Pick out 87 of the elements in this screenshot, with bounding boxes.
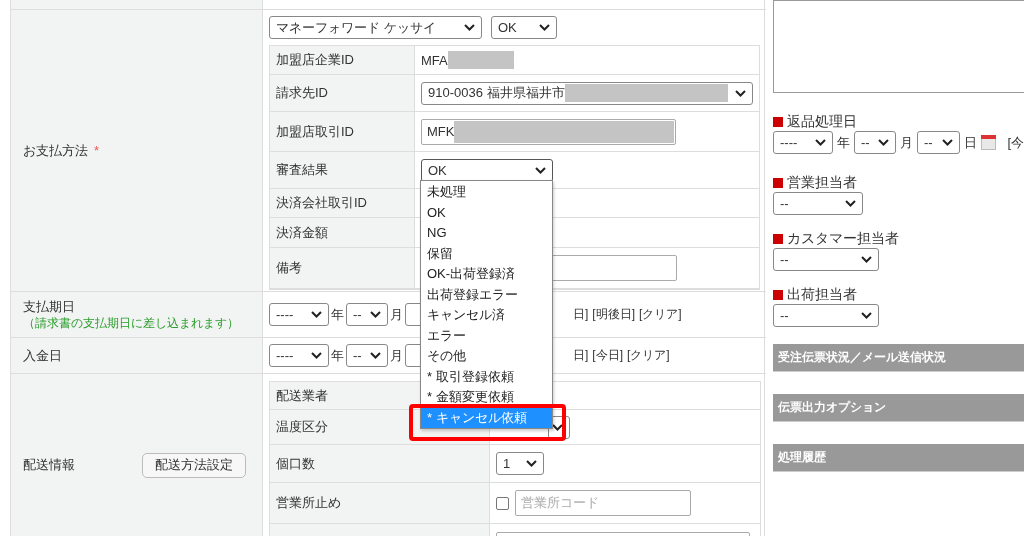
text-area[interactable] <box>773 0 1024 93</box>
dropdown-option[interactable]: NG <box>421 223 552 244</box>
day-label: 日 <box>964 133 977 152</box>
dropdown[interactable]: -- <box>854 131 896 154</box>
dropdown[interactable]: -- <box>917 131 960 154</box>
dropdown[interactable]: ---- <box>269 303 329 326</box>
year-label: 年 <box>331 305 344 324</box>
field-label: カスタマー担当者 <box>787 230 899 248</box>
dropdown[interactable]: ---- <box>269 344 329 367</box>
checkbox[interactable] <box>496 496 509 510</box>
dropdown[interactable]: -- <box>773 304 879 327</box>
date-link[interactable]: [今 <box>1007 133 1024 152</box>
dropdown-option[interactable]: その他 <box>421 346 552 367</box>
dropdown-option[interactable]: キャンセル済 <box>421 305 552 326</box>
chevron-icon <box>311 352 322 359</box>
field-label: お支払方法 <box>23 141 88 160</box>
shipping-method-button[interactable]: 配送方法設定 <box>142 452 246 478</box>
field-label: 加盟店企業ID <box>270 46 415 75</box>
field-label: 入金日 <box>23 346 62 365</box>
date-link[interactable]: 日] <box>573 347 589 364</box>
dropdown[interactable]: ---- <box>773 131 833 154</box>
field-label: 決済金額 <box>270 218 415 248</box>
chevron-icon <box>815 139 826 146</box>
square-icon <box>773 178 783 188</box>
field-label: 営業担当者 <box>787 174 857 192</box>
merchant-id: MFA <box>421 52 448 68</box>
chevron-icon <box>735 89 746 97</box>
month-label: 月 <box>900 133 913 152</box>
chevron-icon <box>845 200 856 207</box>
month-label: 月 <box>390 305 403 324</box>
field-label: 備考 <box>270 248 415 289</box>
note-text: （請求書の支払期日に差し込まれます） <box>23 316 239 331</box>
field-label: 支払期日 <box>23 298 75 316</box>
field-label: 配送情報 <box>23 456 75 474</box>
dropdown-option[interactable]: * 金額変更依頼 <box>421 387 552 408</box>
date-link[interactable]: [明後日] <box>592 306 635 323</box>
field-label: 加盟店取引ID <box>270 112 415 152</box>
dropdown[interactable]: -- <box>773 192 863 215</box>
dropdown-option[interactable]: エラー <box>421 325 552 346</box>
chevron-icon <box>942 139 953 146</box>
field-label: 温度区分 <box>276 418 328 436</box>
year-label: 年 <box>837 133 850 152</box>
date-link[interactable]: [クリア] <box>639 306 682 323</box>
dropdown-option[interactable]: * 取引登録依頼 <box>421 366 552 387</box>
chevron-icon <box>370 311 381 318</box>
chevron-icon <box>552 423 563 431</box>
field-label: 営業所止め <box>276 494 341 512</box>
dropdown[interactable]: -- <box>346 344 388 367</box>
field-label: 配送業者 <box>276 386 328 405</box>
dropdown[interactable]: -- <box>346 303 388 326</box>
dropdown[interactable]: 1 <box>496 452 544 475</box>
dropdown-option[interactable]: 保留 <box>421 243 552 264</box>
square-icon <box>773 117 783 127</box>
chevron-icon <box>535 166 546 174</box>
chevron-icon <box>526 460 537 467</box>
dropdown[interactable]: マネーフォワード ケッサイ <box>269 16 482 39</box>
dropdown[interactable]: -- <box>773 248 879 271</box>
field-label: 請求先ID <box>270 75 415 112</box>
chevron-icon <box>464 24 475 31</box>
calendar-icon[interactable] <box>981 135 996 150</box>
dropdown[interactable]: OK <box>421 158 553 182</box>
square-icon <box>773 234 783 244</box>
dropdown-option[interactable]: OK <box>421 202 552 223</box>
date-link[interactable]: 日] <box>573 306 589 323</box>
field-label: 審査結果 <box>270 152 415 189</box>
dropdown[interactable]: 910-0036 福井県福井市 <box>421 81 753 105</box>
date-link[interactable]: [クリア] <box>627 347 670 364</box>
field-label: 決済会社取引ID <box>270 189 415 218</box>
chevron-icon <box>370 352 381 359</box>
input-field[interactable]: MFK <box>421 118 676 145</box>
dropdown-option[interactable]: 出荷登録エラー <box>421 284 552 305</box>
date-link[interactable]: [今日] <box>592 347 623 364</box>
chevron-icon <box>539 24 550 31</box>
field-label: 個口数 <box>276 454 315 473</box>
dropdown[interactable]: OK <box>491 16 557 39</box>
dropdown-option[interactable]: 未処理 <box>421 182 552 203</box>
month-label: 月 <box>390 346 403 365</box>
square-icon <box>773 290 783 300</box>
chevron-icon <box>878 139 889 146</box>
field-label: 返品処理日 <box>787 113 857 131</box>
chevron-icon <box>861 312 872 319</box>
year-label: 年 <box>331 346 344 365</box>
chevron-icon <box>311 311 322 318</box>
dropdown-option[interactable]: OK-出荷登録済 <box>421 264 552 285</box>
required-mark: * <box>94 143 100 158</box>
field-label: 出荷担当者 <box>787 286 857 304</box>
chevron-icon <box>861 256 872 263</box>
